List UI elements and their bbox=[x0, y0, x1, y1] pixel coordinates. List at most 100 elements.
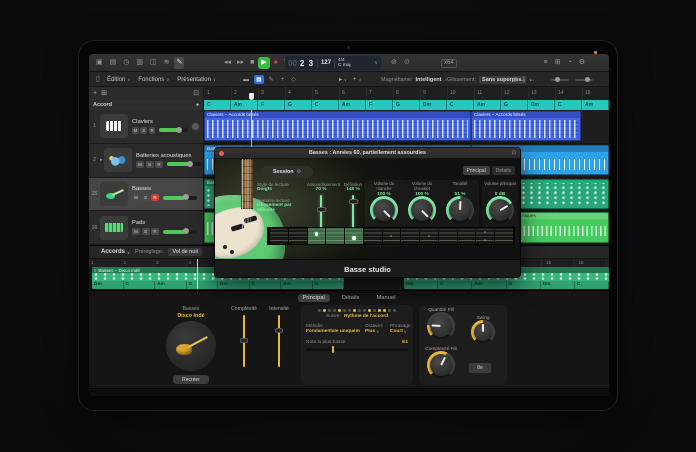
pattern-dot[interactable] bbox=[363, 309, 366, 312]
pattern-dot[interactable] bbox=[393, 309, 396, 312]
rewind-button[interactable]: ◂◂ bbox=[222, 57, 233, 69]
slider-handle[interactable] bbox=[240, 338, 248, 343]
view-grid-icon[interactable]: ▦ bbox=[254, 75, 264, 84]
pattern-dot[interactable] bbox=[373, 309, 376, 312]
solo-button[interactable]: S bbox=[140, 127, 147, 134]
playhead-handle[interactable] bbox=[249, 93, 254, 100]
add-track-button[interactable]: + bbox=[93, 89, 97, 98]
library-toggle-icon[interactable]: ▯ bbox=[94, 72, 102, 87]
toolbar-notifications-icon[interactable]: ◔ bbox=[565, 57, 573, 69]
chord-cell[interactable]: C bbox=[312, 100, 339, 110]
player-preset[interactable]: Disco indé bbox=[163, 313, 219, 319]
horizontal-zoom-slider[interactable] bbox=[551, 79, 569, 81]
snap-value[interactable]: Intelligent bbox=[416, 77, 442, 83]
volume-fader[interactable] bbox=[159, 128, 188, 132]
solo-mode-icon[interactable]: ◉ bbox=[513, 76, 518, 83]
chord-cell[interactable]: C bbox=[447, 100, 474, 110]
view-fit-icon[interactable]: ◇ bbox=[289, 75, 298, 84]
display-mode-icon[interactable]: ⊡ bbox=[193, 89, 199, 98]
fader-knob[interactable] bbox=[183, 228, 189, 234]
select-value[interactable]: Court∨ bbox=[390, 329, 408, 334]
tab-principal[interactable]: Principal bbox=[298, 294, 330, 302]
follow-value[interactable]: Rythme de l'accord bbox=[344, 314, 388, 319]
volume-fader[interactable] bbox=[167, 162, 201, 166]
toolbar-monitor-icon[interactable]: ▤ bbox=[108, 57, 119, 69]
fret-cell[interactable] bbox=[326, 228, 345, 244]
fretboard-display[interactable] bbox=[267, 227, 515, 245]
menu-fonctions[interactable]: Fonctions∨ bbox=[138, 77, 169, 83]
swing-knob[interactable]: Swing bbox=[463, 316, 503, 341]
follow-row[interactable]: Suivre: Rythme de l'accord bbox=[306, 314, 408, 319]
menu-presentation[interactable]: Présentation∨ bbox=[177, 77, 216, 83]
toolbar-pencil-icon[interactable]: ✎ bbox=[174, 57, 184, 69]
slider-handle[interactable] bbox=[349, 199, 358, 204]
pattern-dot[interactable] bbox=[318, 309, 321, 312]
chord-cell[interactable]: F bbox=[366, 100, 393, 110]
chord-cell[interactable]: Dm bbox=[541, 281, 575, 289]
chord-cell[interactable]: G bbox=[393, 100, 420, 110]
melodie-select[interactable]: MélodieFondamentale uniquement∨ bbox=[306, 324, 360, 334]
menu-edition[interactable]: Édition∨ bbox=[107, 77, 130, 83]
toolbar-settings-icon[interactable]: ⚙ bbox=[577, 57, 587, 69]
chord-cell[interactable]: G bbox=[285, 100, 312, 110]
fret-cell[interactable] bbox=[401, 228, 420, 244]
toolbar-mixer-icon[interactable]: ≋ bbox=[162, 57, 172, 69]
studio-bass-plugin-window[interactable]: Basses : Années 60, partiellement assour… bbox=[214, 147, 521, 278]
tab-manuel[interactable]: Manuel bbox=[371, 294, 400, 302]
fill-amount-knob[interactable]: Quantité Fill bbox=[421, 308, 461, 337]
details-view-button[interactable]: Détails bbox=[492, 166, 515, 175]
pattern-dot[interactable] bbox=[368, 309, 371, 312]
volume-fader[interactable] bbox=[163, 230, 197, 234]
chord-cell[interactable]: G bbox=[507, 281, 541, 289]
track-header-claviers[interactable]: 1ClaviersMSR bbox=[89, 110, 203, 144]
accord-track-header[interactable]: Accord ● bbox=[89, 100, 204, 110]
fret-cell[interactable] bbox=[383, 228, 402, 244]
phrasage-select[interactable]: PhrasageCourt∨ bbox=[390, 324, 408, 334]
assourdissement-slider[interactable]: Assourdissement 70 % bbox=[307, 182, 335, 233]
slider-handle[interactable] bbox=[332, 346, 334, 353]
track-header-batteries[interactable]: 2▸Batteries acoustiquesMSR bbox=[89, 144, 203, 178]
region[interactable]: Claviers – Accords brisés bbox=[471, 111, 581, 141]
fret-cell[interactable] bbox=[270, 228, 289, 244]
track-stack-icon[interactable]: ⊞ bbox=[101, 89, 107, 98]
bass-player-avatar[interactable] bbox=[166, 321, 216, 371]
pattern-dot[interactable] bbox=[388, 309, 391, 312]
fret-cell[interactable] bbox=[476, 228, 495, 244]
fret-cell[interactable] bbox=[458, 228, 477, 244]
track-header-pads[interactable]: 26PadsMSR bbox=[89, 211, 203, 245]
fret-cell[interactable] bbox=[345, 228, 364, 244]
chord-cell[interactable]: C bbox=[575, 281, 609, 289]
fader-knob[interactable] bbox=[187, 161, 193, 167]
chord-cell[interactable]: Am bbox=[339, 100, 366, 110]
principal-view-button[interactable]: Principal bbox=[463, 166, 490, 175]
chord-cell[interactable]: C bbox=[250, 281, 282, 289]
editor-type-selector[interactable]: Accords∨ bbox=[101, 249, 130, 255]
track-header-basses[interactable]: 25BassesMSR bbox=[89, 178, 203, 212]
toolbar-clock-icon[interactable]: ◷ bbox=[121, 57, 131, 69]
chord-cell[interactable]: Dm bbox=[420, 100, 447, 110]
secondary-tool-selector[interactable]: +∨ bbox=[353, 77, 361, 83]
chord-cell[interactable]: Am bbox=[474, 100, 501, 110]
select-value[interactable]: Fondamentale uniquement∨ bbox=[306, 329, 360, 334]
pattern-dot[interactable] bbox=[358, 309, 361, 312]
solo-button[interactable]: S bbox=[142, 228, 150, 235]
fader-knob[interactable] bbox=[176, 127, 182, 133]
toolbar-inspector-icon[interactable]: ▥ bbox=[134, 57, 145, 69]
fret-cell[interactable] bbox=[364, 228, 383, 244]
fill-complexity-knob[interactable]: Complexité Fill bbox=[421, 347, 461, 376]
pattern-dot[interactable] bbox=[328, 309, 331, 312]
style-value[interactable]: Doigts bbox=[257, 187, 313, 192]
rhythm-pattern-dots[interactable] bbox=[306, 309, 408, 312]
slider-track[interactable] bbox=[278, 315, 280, 367]
recreate-button[interactable]: Recréer bbox=[173, 375, 209, 384]
stepper-icon[interactable]: ∨ bbox=[376, 329, 379, 334]
fret-cell[interactable] bbox=[289, 228, 308, 244]
fret-cell[interactable] bbox=[439, 228, 458, 244]
chord-cell[interactable]: Am bbox=[281, 281, 313, 289]
link-icon[interactable]: ⊡ bbox=[512, 150, 516, 156]
solo-button[interactable]: S bbox=[146, 161, 154, 168]
slider-track[interactable] bbox=[243, 315, 245, 367]
arrange-ruler[interactable]: 123456789101112131415 bbox=[204, 87, 609, 100]
chord-cell[interactable]: Dm bbox=[404, 281, 438, 289]
stepper-icon[interactable]: ∨ bbox=[404, 329, 407, 334]
